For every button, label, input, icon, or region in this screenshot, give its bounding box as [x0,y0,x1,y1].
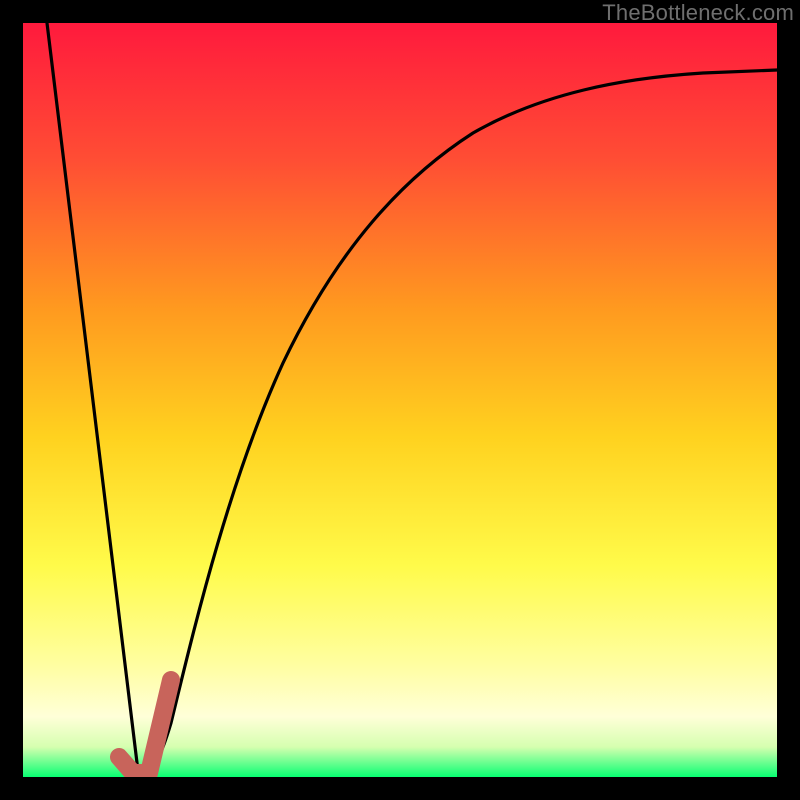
gradient-background [23,23,777,777]
plot-area [23,23,777,777]
chart-frame: TheBottleneck.com [0,0,800,800]
chart-svg [23,23,777,777]
watermark-text: TheBottleneck.com [602,0,794,26]
